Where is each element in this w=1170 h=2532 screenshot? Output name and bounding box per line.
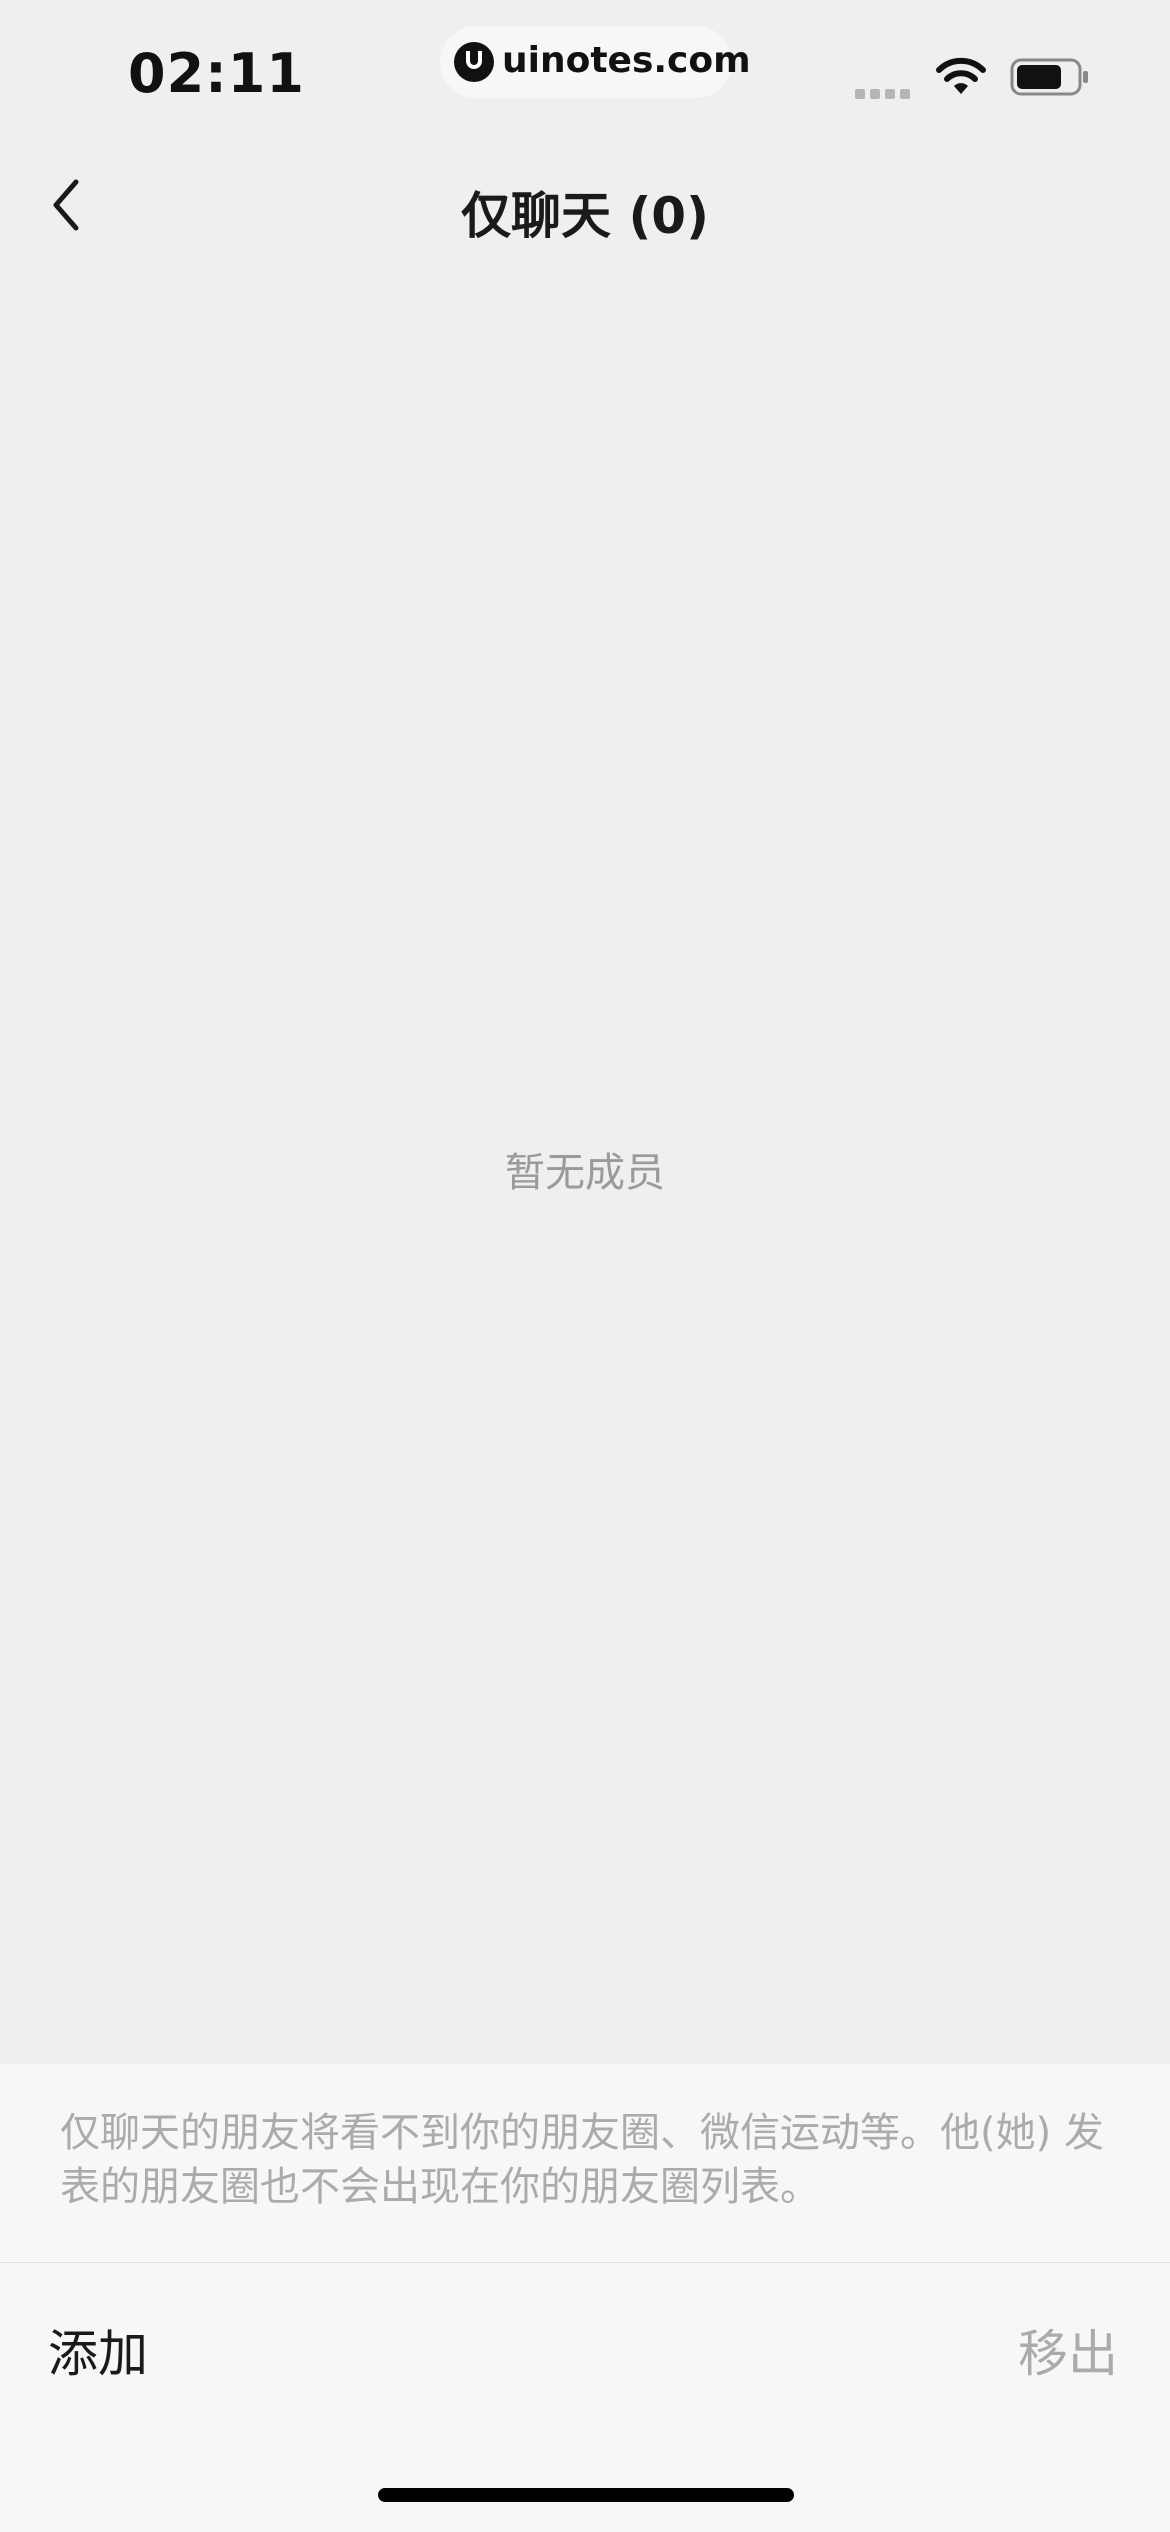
add-button[interactable]: 添加 bbox=[48, 2314, 148, 2386]
wifi-icon bbox=[936, 57, 986, 94]
divider bbox=[0, 2262, 1170, 2263]
nav-bar: 仅聊天 (0) bbox=[0, 130, 1170, 280]
page-title: 仅聊天 (0) bbox=[461, 187, 709, 245]
battery-icon bbox=[1010, 58, 1088, 96]
watermark-text: uinotes.com bbox=[502, 40, 751, 81]
status-time: 02:11 bbox=[128, 42, 305, 105]
remove-button[interactable]: 移出 bbox=[1018, 2314, 1118, 2386]
empty-state-text: 暂无成员 bbox=[505, 1150, 665, 1196]
watermark-badge: uinotes.com bbox=[440, 26, 751, 98]
home-indicator[interactable] bbox=[378, 2488, 794, 2502]
status-bar: 02:11 uinotes.com bbox=[0, 0, 1170, 130]
bottom-panel: 仅聊天的朋友将看不到你的朋友圈、微信运动等。他(她) 发表的朋友圈也不会出现在你… bbox=[0, 2064, 1170, 2532]
screen: 02:11 uinotes.com 仅聊天 (0) 暂无成员 仅聊天的朋友将看不… bbox=[0, 0, 1170, 2532]
info-note: 仅聊天的朋友将看不到你的朋友圈、微信运动等。他(她) 发表的朋友圈也不会出现在你… bbox=[60, 2110, 1104, 2210]
uinotes-logo-icon bbox=[454, 42, 494, 82]
signal-dots-icon bbox=[855, 84, 915, 99]
